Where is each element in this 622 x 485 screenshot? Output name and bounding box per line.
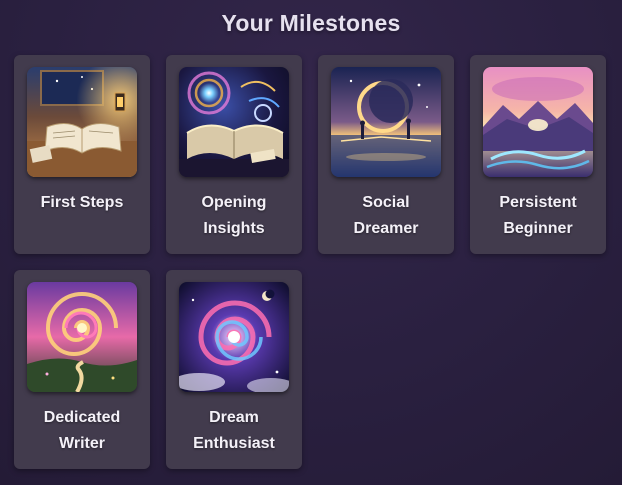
swirl-path-icon: [27, 282, 137, 392]
moon-reflection-icon: [331, 67, 441, 177]
milestone-card-persistent-beginner[interactable]: Persistent Beginner: [470, 55, 606, 254]
milestones-grid: First Steps Opening Insights Social Drea…: [14, 55, 614, 469]
milestone-card-dedicated-writer[interactable]: Dedicated Writer: [14, 270, 150, 469]
milestone-card-social-dreamer[interactable]: Social Dreamer: [318, 55, 454, 254]
milestone-label: Opening Insights: [201, 194, 267, 237]
milestone-label: Persistent Beginner: [499, 194, 577, 237]
milestone-label: First Steps: [40, 194, 124, 211]
milestone-card-first-steps[interactable]: First Steps: [14, 55, 150, 254]
milestone-label: Social Dreamer: [353, 194, 419, 237]
sunrise-mountains-icon: [483, 67, 593, 177]
open-book-icon: [27, 67, 137, 177]
milestone-label: Dream Enthusiast: [193, 409, 275, 452]
galaxy-spiral-icon: [179, 282, 289, 392]
cosmic-book-icon: [179, 67, 289, 177]
milestone-card-opening-insights[interactable]: Opening Insights: [166, 55, 302, 254]
page-title: Your Milestones: [221, 10, 401, 36]
milestone-card-dream-enthusiast[interactable]: Dream Enthusiast: [166, 270, 302, 469]
milestone-label: Dedicated Writer: [43, 409, 121, 452]
